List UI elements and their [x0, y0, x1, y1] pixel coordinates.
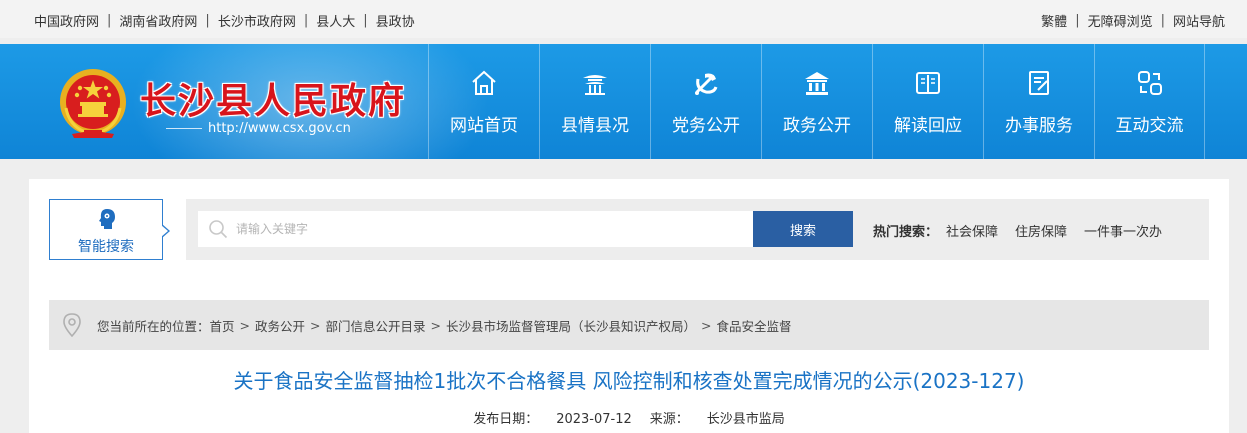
nav-label: 解读回应: [894, 116, 962, 136]
nav-label: 互动交流: [1115, 116, 1184, 136]
source-value: 长沙县市监局: [706, 412, 785, 427]
book-icon: [916, 72, 940, 94]
search-button[interactable]: 搜索: [753, 211, 853, 247]
main-nav: 网站首页 县情县况 党务公开 政务公开 解读回应 办事服务 互动交流: [428, 44, 1205, 159]
hot-search-label: 热门搜索：: [873, 225, 939, 240]
breadcrumb-separator: >: [430, 317, 442, 333]
top-links-left: 中国政府网 | 湖南省政府网 | 长沙市政府网 | 县人大 | 县政协: [34, 11, 415, 30]
link-site-navigation[interactable]: 网站导航: [1173, 11, 1225, 30]
national-emblem-icon[interactable]: [58, 68, 128, 140]
search-input[interactable]: [236, 211, 746, 247]
nav-item-party-affairs[interactable]: 党务公开: [650, 44, 761, 159]
breadcrumb-government-affairs[interactable]: 政务公开: [255, 316, 305, 335]
nav-item-services[interactable]: 办事服务: [983, 44, 1094, 159]
home-icon: [472, 70, 496, 95]
breadcrumb-market-bureau[interactable]: 长沙县市场监督管理局（长沙县知识产权局）: [446, 316, 696, 335]
site-url: http://www.csx.gov.cn: [160, 121, 351, 136]
source-label: 来源：: [649, 412, 689, 427]
hot-search-social-security[interactable]: 社会保障: [946, 221, 998, 240]
top-links-right: 繁體 | 无障碍浏览 | 网站导航: [1041, 11, 1225, 30]
nav-label: 党务公开: [672, 116, 740, 136]
link-county-npc[interactable]: 县人大: [316, 11, 355, 30]
breadcrumb-prefix: 您当前所在的位置：: [97, 318, 210, 334]
search-icon: [209, 220, 228, 239]
smart-search-button[interactable]: 智能搜索: [49, 199, 170, 260]
breadcrumb-separator: >: [701, 317, 712, 333]
nav-label: 网站首页: [450, 116, 518, 136]
nav-label: 县情县况: [561, 116, 629, 136]
search-panel: 搜索 热门搜索： 社会保障 住房保障 一件事一次办: [186, 199, 1209, 260]
smart-search-label: 智能搜索: [78, 239, 134, 255]
location-pin-icon: [63, 313, 81, 337]
publish-date-value: 2023-07-12: [556, 412, 632, 427]
link-china-gov[interactable]: 中国政府网: [34, 11, 99, 30]
separator: |: [1075, 13, 1080, 28]
divider: [166, 128, 202, 129]
breadcrumb-separator: >: [239, 317, 251, 333]
breadcrumb-home[interactable]: 首页: [210, 316, 235, 335]
separator: |: [303, 13, 309, 28]
article-meta: 发布日期： 2023-07-12 来源： 长沙县市监局: [29, 408, 1229, 427]
separator: |: [363, 13, 368, 28]
search-box: [198, 211, 754, 247]
link-hunan-gov[interactable]: 湖南省政府网: [119, 11, 197, 30]
separator: |: [107, 13, 112, 28]
hot-search-housing[interactable]: 住房保障: [1015, 221, 1067, 240]
site-header: 长沙县人民政府 http://www.csx.gov.cn 网站首页 县情县况 …: [0, 44, 1247, 159]
site-title[interactable]: 长沙县人民政府: [140, 72, 406, 124]
hot-searches: 热门搜索： 社会保障 住房保障 一件事一次办: [873, 221, 1179, 240]
content-card: 智能搜索 搜索 热门搜索： 社会保障 住房保障 一件事一次办 您当前所在的位置：…: [29, 179, 1229, 433]
link-county-cppcc[interactable]: 县政协: [376, 11, 415, 30]
nav-item-interaction[interactable]: 互动交流: [1094, 44, 1205, 159]
nav-item-interpretation[interactable]: 解读回应: [872, 44, 983, 159]
nav-item-government-affairs[interactable]: 政务公开: [761, 44, 872, 159]
publish-date: 发布日期： 2023-07-12: [473, 412, 632, 427]
link-accessibility[interactable]: 无障碍浏览: [1088, 11, 1153, 30]
publish-date-label: 发布日期：: [473, 412, 539, 427]
pavilion-icon: [583, 75, 607, 95]
breadcrumb: 您当前所在的位置： 首页 > 政务公开 > 部门信息公开目录 > 长沙县市场监督…: [49, 300, 1209, 350]
nav-label: 办事服务: [1005, 116, 1073, 136]
nav-label: 政务公开: [783, 116, 851, 136]
link-traditional-chinese[interactable]: 繁體: [1041, 11, 1067, 30]
government-building-icon: [805, 72, 829, 95]
link-changsha-gov[interactable]: 长沙市政府网: [218, 11, 296, 30]
site-url-text: http://www.csx.gov.cn: [208, 121, 351, 136]
breadcrumb-food-safety[interactable]: 食品安全监督: [717, 316, 792, 335]
top-utility-bar: 中国政府网 | 湖南省政府网 | 长沙市政府网 | 县人大 | 县政协 繁體 |…: [0, 0, 1247, 38]
exchange-icon: [1137, 71, 1162, 95]
breadcrumb-department-catalog[interactable]: 部门信息公开目录: [326, 316, 426, 335]
brain-head-icon: [99, 209, 115, 229]
breadcrumb-separator: >: [310, 317, 321, 333]
article-source: 来源： 长沙县市监局: [650, 412, 785, 427]
separator: |: [1160, 13, 1165, 28]
form-edit-icon: [1029, 71, 1049, 95]
separator: |: [205, 13, 210, 28]
article-title: 关于食品安全监督抽检1批次不合格餐具 风险控制和核查处置完成情况的公示(2023…: [233, 369, 1025, 393]
nav-item-county-profile[interactable]: 县情县况: [539, 44, 650, 159]
hot-search-one-stop[interactable]: 一件事一次办: [1084, 221, 1162, 240]
party-emblem-icon: [695, 73, 718, 95]
nav-item-home[interactable]: 网站首页: [428, 44, 539, 159]
